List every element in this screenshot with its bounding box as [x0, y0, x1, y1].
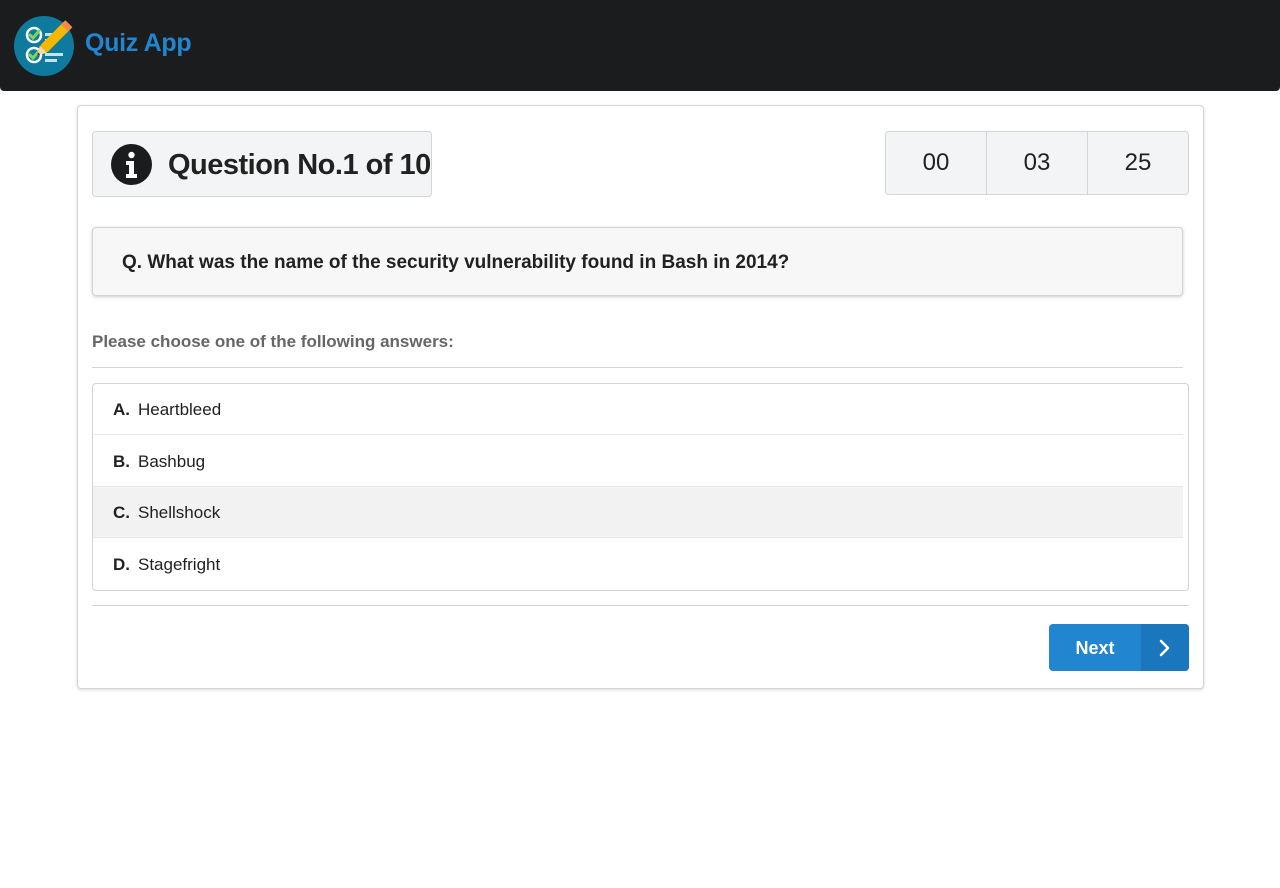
answer-letter: B. [113, 452, 130, 471]
app-brand[interactable]: Quiz App [85, 28, 192, 58]
divider [92, 367, 1183, 368]
question-box: Q. What was the name of the security vul… [92, 227, 1183, 296]
next-button-label: Next [1075, 637, 1115, 658]
answer-letter: D. [113, 555, 130, 574]
answer-option-d[interactable]: D. Stagefright [93, 539, 1183, 590]
answer-text: Shellshock [138, 503, 221, 522]
countdown-timer: 00 03 25 [885, 131, 1189, 195]
next-button[interactable]: Next [1049, 624, 1189, 671]
chevron-right-icon [1159, 639, 1170, 656]
answer-list: A. Heartbleed B. Bashbug C. Shellshock D… [92, 383, 1189, 591]
question-number-label: Question No.1 of 10 [168, 149, 431, 181]
top-navbar: Quiz App [0, 0, 1280, 91]
divider [92, 605, 1189, 606]
timer-hours: 00 [886, 132, 987, 194]
question-number-header: Question No.1 of 10 [92, 131, 432, 197]
info-icon [111, 144, 152, 185]
answer-text: Heartbleed [138, 400, 222, 419]
timer-seconds: 25 [1124, 149, 1152, 176]
answer-option-a[interactable]: A. Heartbleed [93, 384, 1183, 435]
answer-text: Bashbug [138, 452, 206, 471]
answer-text: Stagefright [138, 555, 221, 574]
answer-option-b[interactable]: B. Bashbug [93, 436, 1183, 487]
answer-letter: A. [113, 400, 130, 419]
quiz-logo-icon[interactable] [14, 16, 74, 76]
quiz-card: Question No.1 of 10 00 03 25 Q. What was… [77, 105, 1204, 689]
next-button-icon-area [1141, 624, 1189, 671]
question-text: Q. What was the name of the security vul… [122, 252, 790, 273]
answer-prompt: Please choose one of the following answe… [92, 332, 454, 351]
answer-option-c[interactable]: C. Shellshock [93, 487, 1183, 538]
timer-minutes: 03 [987, 132, 1088, 194]
answer-letter: C. [113, 503, 130, 522]
